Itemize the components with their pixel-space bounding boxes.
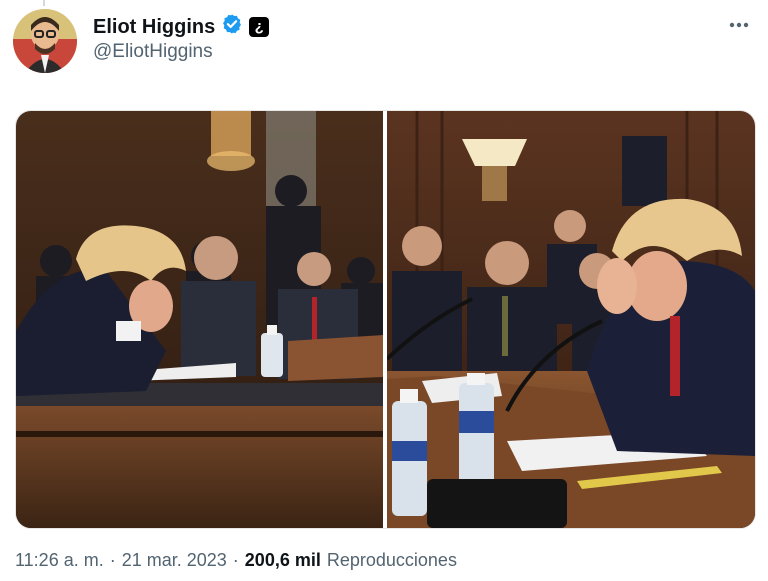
affiliate-label-badge[interactable]: ¿ bbox=[249, 16, 270, 37]
tweet-image-left[interactable] bbox=[16, 111, 383, 528]
media-grid bbox=[15, 110, 756, 529]
display-name[interactable]: Eliot Higgins bbox=[93, 15, 215, 39]
more-options-icon[interactable] bbox=[724, 10, 754, 40]
tweet-metadata: 11:26 a. m. · 21 mar. 2023 · 200,6 mil R… bbox=[15, 550, 457, 571]
thread-connector bbox=[43, 0, 45, 6]
meta-separator: · bbox=[109, 550, 116, 570]
views-count[interactable]: 200,6 mil bbox=[245, 550, 321, 571]
tweet-time[interactable]: 11:26 a. m. bbox=[15, 550, 104, 571]
views-label: Reproducciones bbox=[326, 550, 457, 570]
tweet-date[interactable]: 21 mar. 2023 bbox=[122, 550, 227, 571]
user-handle[interactable]: @EliotHiggins bbox=[93, 41, 213, 63]
meta-separator: · bbox=[232, 550, 239, 570]
avatar[interactable] bbox=[13, 9, 77, 73]
verified-badge-icon bbox=[221, 13, 243, 40]
tweet-image-right[interactable] bbox=[385, 111, 755, 528]
